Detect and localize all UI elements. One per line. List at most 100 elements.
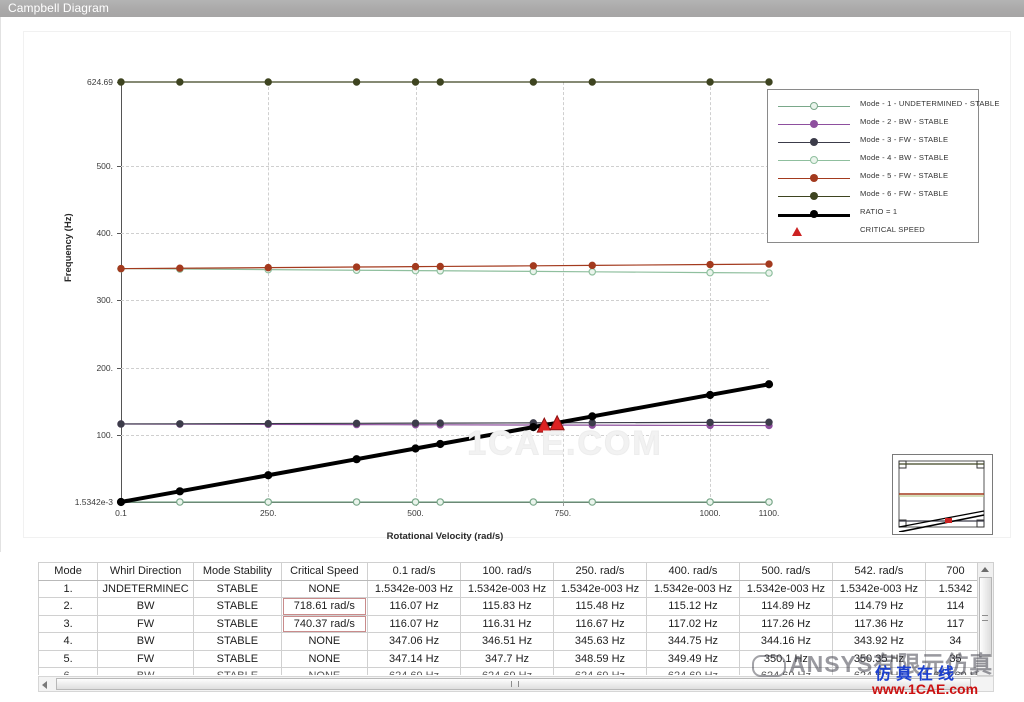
table-row[interactable]: 6.BWSTABLENONE624.69 Hz624.69 Hz624.69 H…: [38, 667, 986, 675]
table-cell[interactable]: STABLE: [193, 667, 282, 675]
table-cell[interactable]: FW: [97, 614, 195, 633]
table-cell[interactable]: 1.5342e-003 Hz: [460, 579, 554, 598]
table-cell[interactable]: 624.69 Hz: [460, 667, 554, 675]
critical-speed-cell[interactable]: NONE: [280, 579, 369, 598]
table-cell[interactable]: 4.: [38, 632, 99, 651]
table-cell[interactable]: 624.69 Hz: [367, 667, 462, 675]
table-column-header[interactable]: 542. rad/s: [831, 562, 926, 581]
table-cell[interactable]: STABLE: [193, 614, 282, 633]
table-row[interactable]: 2. BW STABLE 718.61 rad/s 116.07 Hz 115.83 Hz…: [38, 597, 986, 616]
table-column-header[interactable]: 400. rad/s: [645, 562, 740, 581]
plot-area[interactable]: 1.5342e-3 100. 200. 300. 400. 500. 624.69 0.1 2…: [75, 77, 780, 518]
legend-item[interactable]: Mode - 5 - FW - STABLE: [768, 170, 978, 186]
table-cell[interactable]: 350.35 Hz: [831, 649, 926, 668]
critical-speed-cell[interactable]: NONE: [280, 632, 369, 651]
table-column-header[interactable]: 250. rad/s: [553, 562, 647, 581]
scroll-up-arrow-icon[interactable]: [981, 567, 989, 572]
table-column-header[interactable]: 500. rad/s: [738, 562, 833, 581]
scroll-left-arrow-icon[interactable]: [42, 681, 47, 689]
table-cell[interactable]: 624.69 Hz: [831, 667, 926, 675]
legend-item[interactable]: RATIO = 1: [768, 206, 978, 222]
table-column-header[interactable]: Mode: [38, 562, 99, 581]
legend-item[interactable]: Mode - 1 - UNDETERMINED - STABLE: [768, 98, 999, 114]
table-cell[interactable]: 347.7 Hz: [460, 649, 554, 668]
table-cell[interactable]: 114.79 Hz: [831, 597, 926, 616]
legend-marker-icon: [810, 120, 818, 128]
x-tick-label: 250.: [259, 508, 277, 518]
table-vertical-scrollbar[interactable]: [977, 562, 994, 676]
table-cell[interactable]: STABLE: [193, 649, 282, 668]
y-tick-label: 100.: [96, 429, 113, 440]
table-cell[interactable]: 1.5342e-003 Hz: [738, 579, 833, 598]
table-cell[interactable]: 2.: [38, 597, 99, 616]
legend-item[interactable]: Mode - 6 - FW - STABLE: [768, 188, 978, 204]
table-cell[interactable]: 116.67 Hz: [553, 614, 647, 633]
legend-item[interactable]: CRITICAL SPEED: [768, 224, 978, 240]
table-cell[interactable]: BW: [97, 667, 195, 675]
table-cell[interactable]: 116.07 Hz: [367, 597, 462, 616]
table-cell[interactable]: 1.5342e-003 Hz: [553, 579, 647, 598]
legend-item[interactable]: Mode - 2 - BW - STABLE: [768, 116, 978, 132]
critical-speed-cell[interactable]: NONE: [280, 667, 369, 675]
table-cell[interactable]: 3.: [38, 614, 99, 633]
table-cell[interactable]: 350.1 Hz: [738, 649, 833, 668]
table-cell[interactable]: 115.83 Hz: [460, 597, 554, 616]
table-cell[interactable]: 343.92 Hz: [831, 632, 926, 651]
legend-marker-icon: [810, 156, 818, 164]
table-cell[interactable]: 346.51 Hz: [460, 632, 554, 651]
table-cell[interactable]: 344.75 Hz: [645, 632, 740, 651]
table-cell[interactable]: 1.5342e-003 Hz: [645, 579, 740, 598]
table-cell[interactable]: STABLE: [193, 632, 282, 651]
table-cell[interactable]: BW: [97, 597, 195, 616]
results-table-container[interactable]: Mode Whirl Direction Mode Stability Critica…: [38, 562, 986, 675]
table-cell[interactable]: 5.: [38, 649, 99, 668]
vertical-scroll-thumb[interactable]: [979, 577, 992, 657]
table-cell[interactable]: 115.48 Hz: [553, 597, 647, 616]
table-cell[interactable]: 1.: [38, 579, 99, 598]
table-cell[interactable]: 116.07 Hz: [367, 614, 462, 633]
table-cell[interactable]: FW: [97, 649, 195, 668]
critical-speed-cell[interactable]: 718.61 rad/s: [280, 597, 369, 616]
table-cell[interactable]: 347.14 Hz: [367, 649, 462, 668]
table-cell[interactable]: 117.26 Hz: [738, 614, 833, 633]
table-cell[interactable]: 117.36 Hz: [831, 614, 926, 633]
table-row[interactable]: 1. JNDETERMINEC STABLE NONE 1.5342e-003 Hz 1.…: [38, 579, 986, 598]
table-row[interactable]: 4. BW STABLE NONE 347.06 Hz 346.51 Hz 345.63 H…: [38, 632, 986, 651]
table-column-header[interactable]: 0.1 rad/s: [367, 562, 462, 581]
table-cell[interactable]: 6.: [38, 667, 99, 675]
critical-speed-cell[interactable]: 740.37 rad/s: [280, 614, 369, 633]
table-cell[interactable]: 348.59 Hz: [553, 649, 647, 668]
table-horizontal-scrollbar[interactable]: [38, 676, 994, 692]
table-cell[interactable]: 347.06 Hz: [367, 632, 462, 651]
table-column-header[interactable]: 100. rad/s: [460, 562, 554, 581]
table-cell[interactable]: 1.5342e-003 Hz: [831, 579, 926, 598]
legend-item[interactable]: Mode - 4 - BW - STABLE: [768, 152, 978, 168]
legend-marker-icon: [810, 210, 818, 218]
table-cell[interactable]: STABLE: [193, 579, 282, 598]
table-row[interactable]: 5. FW STABLE NONE 347.14 Hz 347.7 Hz 348.59 Hz…: [38, 649, 986, 668]
table-cell[interactable]: 344.16 Hz: [738, 632, 833, 651]
legend-item[interactable]: Mode - 3 - FW - STABLE: [768, 134, 978, 150]
table-cell[interactable]: 116.31 Hz: [460, 614, 554, 633]
table-cell[interactable]: 115.12 Hz: [645, 597, 740, 616]
table-column-header[interactable]: Critical Speed: [280, 562, 369, 581]
table-cell[interactable]: 624.69 Hz: [553, 667, 647, 675]
table-cell[interactable]: 345.63 Hz: [553, 632, 647, 651]
table-column-header[interactable]: Mode Stability: [193, 562, 282, 581]
table-cell[interactable]: 117.02 Hz: [645, 614, 740, 633]
y-tick-label: 300.: [96, 295, 113, 306]
chart-minimap[interactable]: [892, 454, 993, 535]
table-cell[interactable]: JNDETERMINEC: [97, 579, 195, 598]
x-tick-label: 750.: [554, 508, 572, 518]
table-cell[interactable]: BW: [97, 632, 195, 651]
table-column-header[interactable]: Whirl Direction: [97, 562, 195, 581]
table-cell[interactable]: 624.69 Hz: [645, 667, 740, 675]
table-cell[interactable]: 624.69 Hz: [738, 667, 833, 675]
table-row[interactable]: 3. FW STABLE 740.37 rad/s 116.07 Hz 116.31 Hz…: [38, 614, 986, 633]
horizontal-scroll-thumb[interactable]: [56, 678, 971, 690]
critical-speed-cell[interactable]: NONE: [280, 649, 369, 668]
table-cell[interactable]: 114.89 Hz: [738, 597, 833, 616]
table-cell[interactable]: STABLE: [193, 597, 282, 616]
table-cell[interactable]: 1.5342e-003 Hz: [367, 579, 462, 598]
table-cell[interactable]: 349.49 Hz: [645, 649, 740, 668]
